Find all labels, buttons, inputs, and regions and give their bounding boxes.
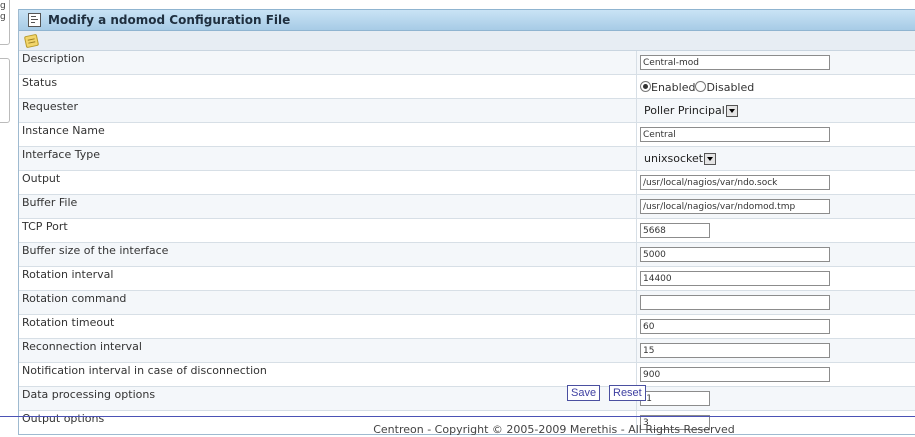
instance-name-input[interactable] — [640, 127, 830, 143]
form-row: Rotation interval — [19, 266, 915, 291]
form-icon — [28, 13, 41, 27]
status-enabled-radio[interactable] — [640, 81, 651, 92]
form-row: Rotation command — [19, 290, 915, 315]
field-label: TCP Port — [19, 218, 637, 243]
reconnection-interval-input[interactable] — [640, 343, 830, 359]
field-label: Interface Type — [19, 146, 637, 171]
field-label: Notification interval in case of disconn… — [19, 362, 637, 387]
form-row: Output — [19, 170, 915, 195]
form-table: DescriptionStatus Enabled Disabled Requeste… — [19, 51, 915, 435]
field-cell — [636, 386, 915, 411]
form-row: Notification interval in case of disconn… — [19, 362, 915, 387]
form-row: Description — [19, 51, 915, 75]
field-cell — [636, 122, 915, 147]
form-row: Requester Poller Principal — [19, 98, 915, 123]
field-label: Instance Name — [19, 122, 637, 147]
chevron-down-icon[interactable] — [704, 152, 717, 165]
rotation-interval-input[interactable] — [640, 271, 830, 287]
rotation-command-input[interactable] — [640, 295, 830, 311]
field-cell — [636, 51, 915, 75]
field-label: Buffer File — [19, 194, 637, 219]
left-fragment: g — [0, 1, 6, 11]
field-label: Data processing options — [19, 386, 637, 411]
field-label: Output — [19, 170, 637, 195]
left-fragment: g — [0, 12, 6, 22]
field-cell — [636, 266, 915, 291]
chevron-down-icon[interactable] — [725, 104, 738, 117]
select-value: Poller Principal — [644, 104, 725, 117]
field-cell — [636, 338, 915, 363]
requester-select[interactable]: Poller Principal — [640, 103, 738, 118]
field-label: Rotation timeout — [19, 314, 637, 339]
field-cell — [636, 218, 915, 243]
footer-copyright: Centreon - Copyright © 2005-2009 Merethi… — [373, 423, 735, 436]
save-button[interactable]: Save — [567, 385, 601, 401]
field-label: Rotation interval — [19, 266, 637, 291]
field-cell: Poller Principal — [636, 98, 915, 123]
status-disabled-label: Disabled — [706, 81, 755, 94]
left-panel-bottom — [0, 58, 10, 123]
form-row: Interface Type unixsocket — [19, 146, 915, 171]
field-cell — [636, 242, 915, 267]
form-row: Data processing options — [19, 386, 915, 411]
interface-type-select[interactable]: unixsocket — [640, 151, 717, 166]
form-row: Rotation timeout — [19, 314, 915, 339]
left-panel-top: g g — [0, 0, 10, 45]
field-cell: unixsocket — [636, 146, 915, 171]
field-cell — [636, 170, 915, 195]
field-cell: Enabled Disabled — [636, 74, 915, 99]
select-value: unixsocket — [644, 152, 704, 165]
field-label: Description — [19, 51, 637, 75]
field-cell — [636, 290, 915, 315]
data-processing-options-input[interactable] — [640, 391, 710, 407]
buffer-size-of-the-interface-input[interactable] — [640, 247, 830, 263]
tcp-port-input[interactable] — [640, 223, 710, 239]
form-title-bar: Modify a ndomod Configuration File — [19, 9, 915, 31]
status-enabled-label: Enabled — [651, 81, 696, 94]
form-row: Instance Name — [19, 122, 915, 147]
form-subheader — [19, 31, 915, 51]
form-row: TCP Port — [19, 218, 915, 243]
note-icon — [23, 33, 40, 49]
field-cell — [636, 194, 915, 219]
form-row: Buffer File — [19, 194, 915, 219]
field-label: Rotation command — [19, 290, 637, 315]
form-title: Modify a ndomod Configuration File — [48, 13, 291, 27]
notification-interval-in-case-of-disconnection-input[interactable] — [640, 367, 830, 383]
status-disabled-radio[interactable] — [695, 81, 707, 92]
form-row: Buffer size of the interface — [19, 242, 915, 267]
form-container: Modify a ndomod Configuration File Descr… — [18, 9, 915, 435]
reset-button[interactable]: Reset — [609, 385, 646, 401]
form-row: Status Enabled Disabled — [19, 74, 915, 99]
field-label: Status — [19, 74, 637, 99]
form-row: Reconnection interval — [19, 338, 915, 363]
footer-divider — [0, 416, 915, 417]
rotation-timeout-input[interactable] — [640, 319, 830, 335]
output-input[interactable] — [640, 175, 830, 191]
field-label: Requester — [19, 98, 637, 123]
field-cell — [636, 314, 915, 339]
buffer-file-input[interactable] — [640, 199, 830, 215]
field-label: Buffer size of the interface — [19, 242, 637, 267]
description-input[interactable] — [640, 55, 830, 71]
field-label: Reconnection interval — [19, 338, 637, 363]
field-cell — [636, 362, 915, 387]
